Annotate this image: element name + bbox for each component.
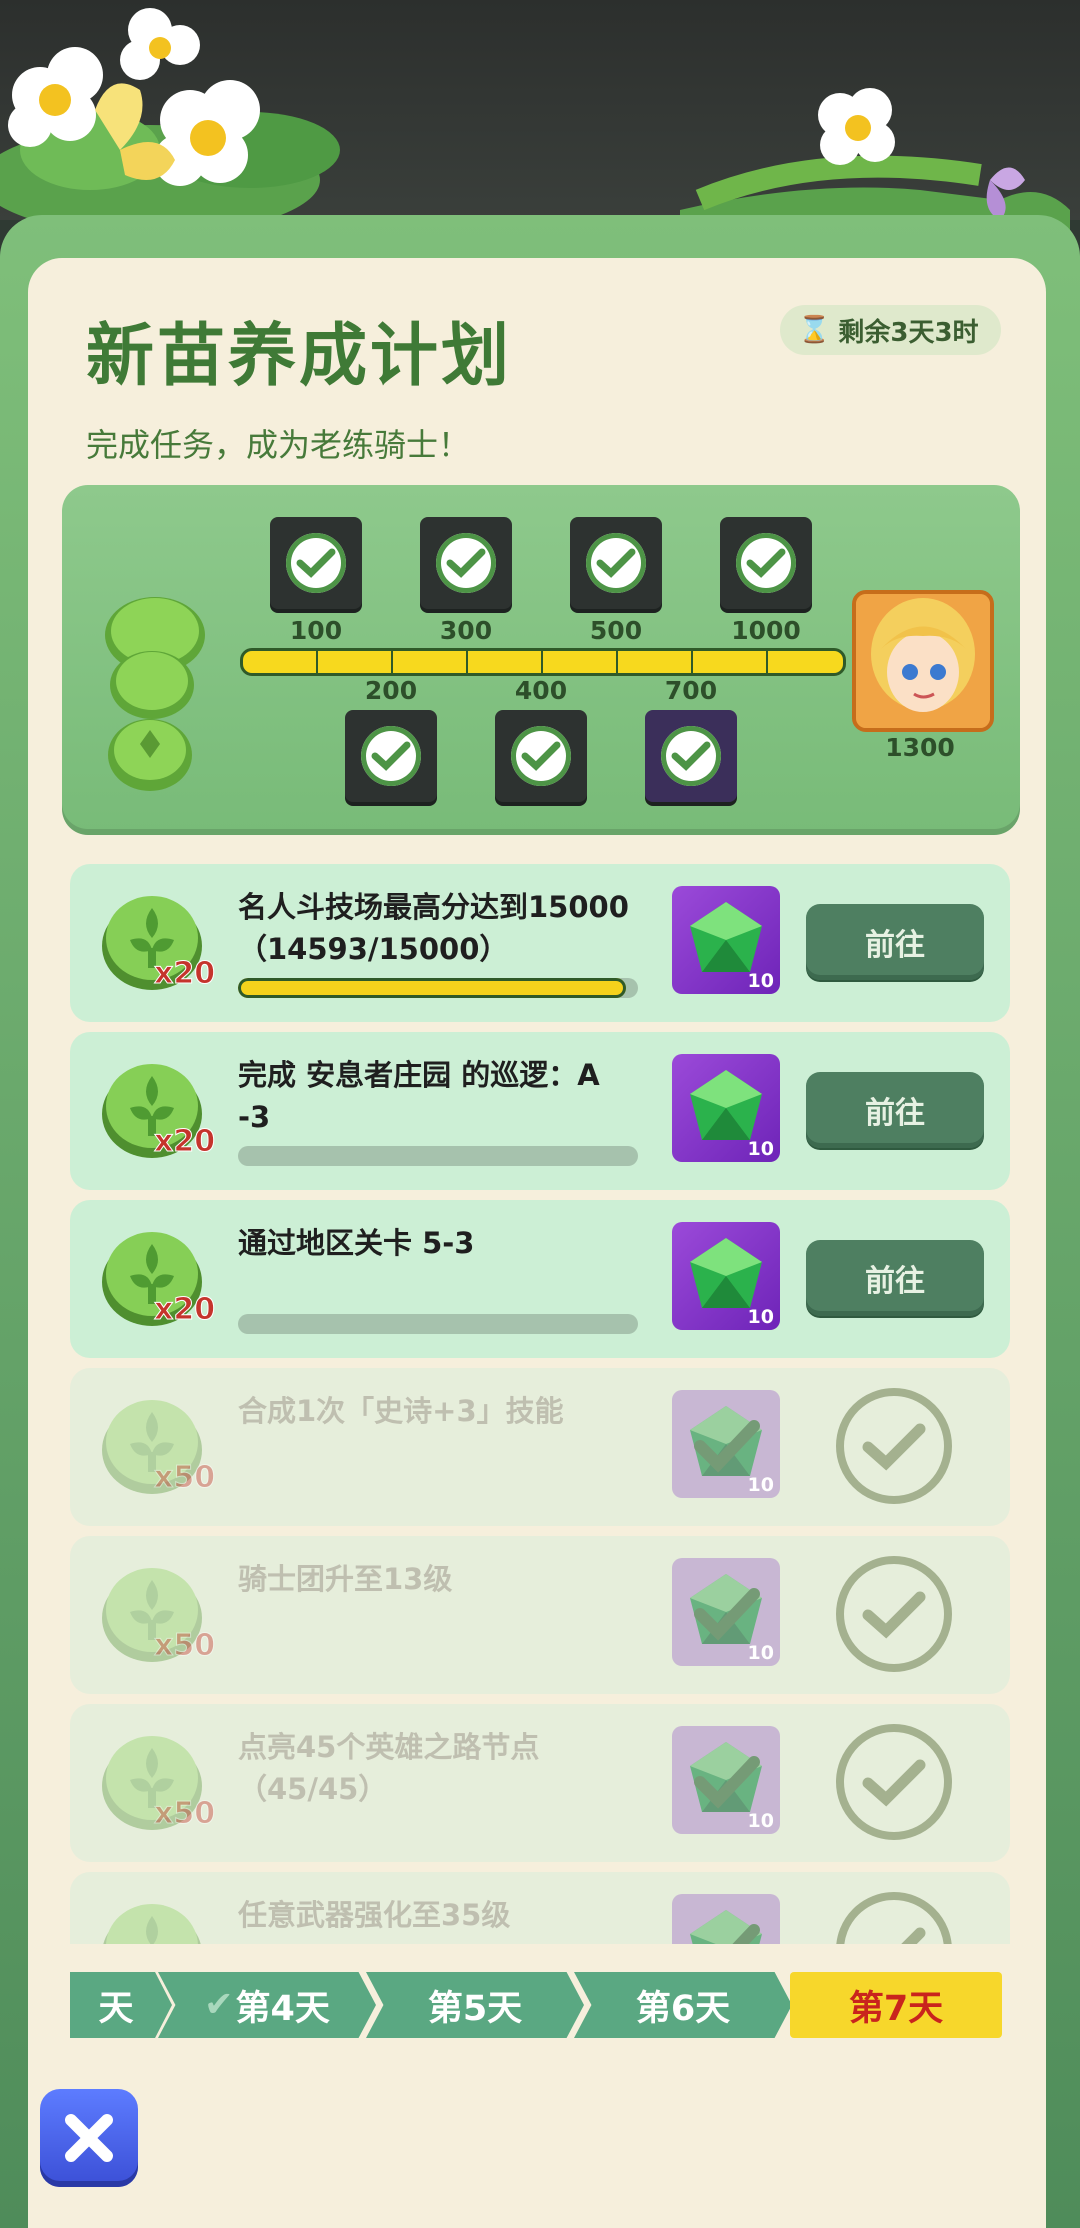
task-line: 任意武器强化至35级 [238,1898,511,1932]
gem-count: 10 [747,1810,774,1832]
check-icon [436,533,496,593]
token-multiplier: x50 [153,1796,216,1832]
milestone-label: 100 [289,616,343,645]
tab-day-3[interactable]: 天 [70,1972,172,2038]
task-line: 合成1次「史诗+3」技能 [238,1394,564,1428]
gem-count: 10 [747,970,774,992]
task-progress-bar [238,1314,638,1334]
leaf-token-icon [103,1904,201,1944]
token-multiplier: x50 [153,1628,216,1664]
gem-reward[interactable]: 10 [672,1390,780,1498]
task-row: x50 合成1次「史诗+3」技能 10 [70,1368,1010,1526]
gem-count: 10 [747,1474,774,1496]
task-progress-bar [238,1146,638,1166]
milestone-chest-300[interactable] [420,517,512,609]
check-icon: ✔ [204,1985,234,2025]
task-line: -3 [238,1100,271,1134]
check-icon [736,533,796,593]
milestone-progress-bar [240,648,846,676]
milestone-label: 700 [664,676,718,705]
check-icon [361,726,421,786]
gem-reward[interactable]: 10 [672,1054,780,1162]
task-row: x50 点亮45个英雄之路节点 （45/45） 10 [70,1704,1010,1862]
check-icon [286,533,346,593]
task-line: 骑士团升至13级 [238,1562,453,1596]
go-button[interactable]: 前往 [806,904,984,980]
task-description: 名人斗技场最高分达到15000 （14593/15000） [238,886,638,970]
token-multiplier: x20 [153,956,216,992]
task-row: x50任意武器强化至35级10 [70,1872,1010,1944]
completed-check-icon [836,1556,952,1672]
task-description: 完成 安息者庄园 的巡逻：A -3 [238,1054,638,1138]
check-icon [511,726,571,786]
task-description: 通过地区关卡 5-3 [238,1222,638,1264]
task-list[interactable]: x20 名人斗技场最高分达到15000 （14593/15000） 10 前往 x20 完成… [70,864,1010,1944]
token-multiplier: x20 [153,1292,216,1328]
gem-count: 10 [747,1306,774,1328]
milestone-label: 1000 [731,616,801,645]
gem-icon [690,1910,762,1944]
task-line: 完成 安息者庄园 的巡逻：A [238,1058,600,1092]
leaf-token-stack-icon [105,597,205,791]
gem-reward[interactable]: 10 [672,1558,780,1666]
task-row: x20 名人斗技场最高分达到15000 （14593/15000） 10 前往 [70,864,1010,1022]
task-line: 名人斗技场最高分达到15000 [238,890,629,924]
token-multiplier: x20 [153,1124,216,1160]
day-tabs: 天 ✔ 第4天 第5天 第6天 第7天 [70,1972,1010,2038]
tab-day-7[interactable]: 第7天 [790,1972,1002,2038]
milestone-chest-500[interactable] [570,517,662,609]
task-line: 通过地区关卡 5-3 [238,1226,475,1260]
go-button[interactable]: 前往 [806,1072,984,1148]
tab-day-5[interactable]: 第5天 [366,1972,584,2038]
task-line: （14593/15000） [238,932,509,966]
task-row: x20 通过地区关卡 5-3 10 前往 [70,1200,1010,1358]
milestone-label: 500 [589,616,643,645]
gem-reward[interactable]: 10 [672,1726,780,1834]
milestone-chest-100[interactable] [270,517,362,609]
milestone-chest-200[interactable] [345,710,437,802]
completed-check-icon [836,1724,952,1840]
check-icon [586,533,646,593]
milestone-label: 400 [514,676,568,705]
gem-count: 10 [747,1138,774,1160]
task-description: 点亮45个英雄之路节点 （45/45） [238,1726,638,1810]
milestone-chest-400[interactable] [495,710,587,802]
task-line: （45/45） [238,1772,388,1806]
hourglass-icon: ⌛ [798,315,831,345]
close-button[interactable] [40,2089,138,2187]
close-icon [65,2114,113,2162]
gem-reward[interactable]: 10 [672,1222,780,1330]
tab-day-4[interactable]: ✔ 第4天 [158,1972,376,2038]
page-title: 新苗养成计划 [86,317,513,396]
gem-count: 10 [747,1642,774,1664]
top-background [0,0,1080,220]
page-subtitle: 完成任务，成为老练骑士！ [86,426,471,464]
milestone-label: 200 [364,676,418,705]
milestone-chest-700[interactable] [645,710,737,802]
time-remaining-text: 剩余3天3时 [838,317,979,348]
task-description: 合成1次「史诗+3」技能 [238,1390,638,1432]
check-icon [661,726,721,786]
gem-reward[interactable]: 10 [672,886,780,994]
hero-reward-label: 1300 [885,733,955,762]
task-progress-bar [238,978,638,998]
task-row: x20 完成 安息者庄园 的巡逻：A -3 10 前往 [70,1032,1010,1190]
task-row: x50 骑士团升至13级 10 [70,1536,1010,1694]
milestone-label: 300 [439,616,493,645]
gem-reward[interactable]: 10 [672,1894,780,1944]
task-description: 骑士团升至13级 [238,1558,638,1600]
completed-check-icon [836,1388,952,1504]
time-remaining-badge: ⌛ 剩余3天3时 [780,305,1001,355]
tab-day-6[interactable]: 第6天 [574,1972,792,2038]
hero-portrait-reward[interactable] [852,590,994,732]
milestone-chest-1000[interactable] [720,517,812,609]
completed-check-icon [836,1892,952,1944]
token-multiplier: x50 [153,1460,216,1496]
task-description: 任意武器强化至35级 [238,1894,638,1936]
go-button[interactable]: 前往 [806,1240,984,1316]
task-line: 点亮45个英雄之路节点 [238,1730,540,1764]
